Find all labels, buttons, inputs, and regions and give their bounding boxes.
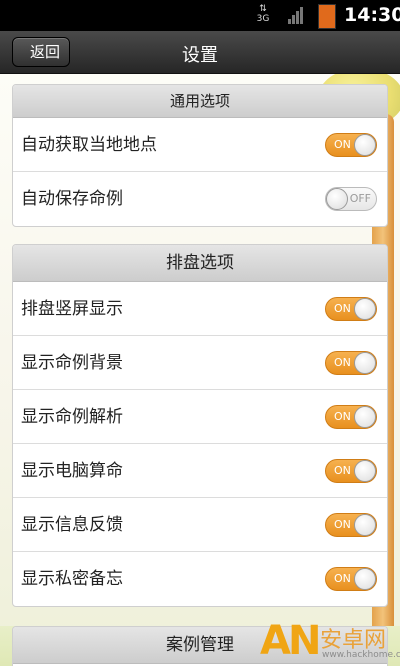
network-indicator: ⇅ 3G (254, 4, 272, 24)
setting-label: 自动获取当地地点 (21, 135, 157, 155)
watermark-url: www.hackhome.com (322, 650, 400, 660)
setting-row[interactable]: 显示信息反馈 ON (13, 498, 387, 552)
watermark-logo: AN 安卓网 www.hackhome.com (258, 612, 400, 666)
setting-row[interactable]: 显示命例解析 ON (13, 390, 387, 444)
setting-row[interactable]: 自动获取当地地点 ON (13, 118, 387, 172)
toggle-state: ON (334, 409, 351, 423)
setting-label: 显示信息反馈 (21, 515, 123, 535)
toggle-switch[interactable]: ON (325, 458, 377, 483)
toggle-state: ON (334, 355, 351, 369)
data-arrows-icon: ⇅ (259, 4, 267, 14)
toggle-switch[interactable]: ON (325, 567, 377, 591)
toggle-state: ON (334, 517, 351, 531)
toggle-switch[interactable]: ON (325, 132, 377, 157)
toggle-state: ON (334, 301, 351, 315)
toggle-switch[interactable]: ON (325, 512, 377, 537)
group-general: 通用选项 自动获取当地地点 ON 自动保存命例 OFF (12, 84, 388, 227)
toggle-knob (354, 459, 376, 482)
toggle-knob (354, 133, 376, 156)
clock: 14:30 (344, 4, 400, 26)
setting-row[interactable]: 自动保存命例 OFF (13, 172, 387, 226)
page-title: 设置 (182, 45, 218, 66)
toggle-knob (354, 351, 376, 374)
watermark-mark-text: AN (260, 618, 321, 664)
setting-row[interactable]: 显示电脑算命 ON (13, 444, 387, 498)
toggle-switch[interactable]: ON (325, 296, 377, 321)
group-header-general: 通用选项 (13, 85, 387, 118)
title-bar: 返回 设置 (0, 31, 400, 74)
toggle-state: OFF (349, 192, 371, 205)
toggle-state: ON (334, 572, 351, 585)
toggle-knob (326, 188, 348, 210)
group-layout: 排盘选项 排盘竖屏显示 ON 显示命例背景 ON 显示命例解析 ON 显示电脑算… (12, 244, 388, 607)
setting-label: 自动保存命例 (21, 189, 123, 209)
toggle-switch[interactable]: OFF (325, 187, 377, 211)
setting-label: 显示私密备忘 (21, 569, 123, 589)
network-type: 3G (256, 14, 270, 24)
toggle-knob (354, 405, 376, 428)
setting-row[interactable]: 显示命例背景 ON (13, 336, 387, 390)
toggle-knob (354, 297, 376, 320)
toggle-knob (354, 568, 376, 590)
toggle-knob (354, 513, 376, 536)
setting-row[interactable]: 排盘竖屏显示 ON (13, 282, 387, 336)
toggle-switch[interactable]: ON (325, 350, 377, 375)
setting-label: 显示命例解析 (21, 407, 123, 427)
status-bar: ⇅ 3G 14:30 (0, 0, 400, 31)
toggle-state: ON (334, 137, 351, 151)
toggle-state: ON (334, 463, 351, 477)
setting-label: 显示电脑算命 (21, 461, 123, 481)
battery-icon (318, 4, 336, 29)
group-header-layout: 排盘选项 (13, 245, 387, 282)
setting-label: 显示命例背景 (21, 353, 123, 373)
watermark-mark: AN (260, 618, 321, 664)
setting-label: 排盘竖屏显示 (21, 299, 123, 319)
signal-icon (288, 6, 304, 24)
toggle-switch[interactable]: ON (325, 404, 377, 429)
setting-row[interactable]: 显示私密备忘 ON (13, 552, 387, 606)
